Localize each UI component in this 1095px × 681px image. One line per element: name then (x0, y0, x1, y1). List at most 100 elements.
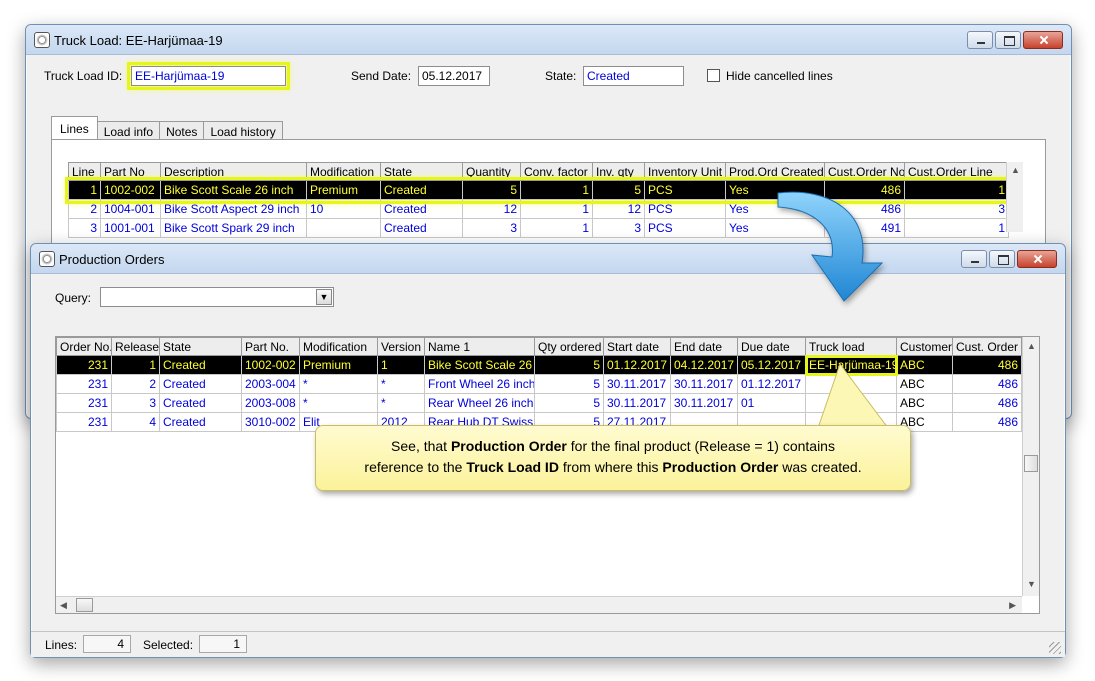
hide-cancelled-checkbox[interactable] (707, 69, 720, 82)
cell: 3 (111, 393, 160, 413)
col-cust-order-line[interactable]: Cust.Order Line (904, 162, 1009, 181)
col-prod-ord-created[interactable]: Prod.Ord Created (725, 162, 825, 181)
scroll-right-icon[interactable]: ▶ (1009, 600, 1016, 611)
cell: 3 (68, 218, 101, 238)
send-date-label: Send Date: (351, 69, 412, 83)
query-dropdown[interactable] (100, 287, 334, 307)
scroll-down-icon[interactable]: ▼ (1027, 579, 1036, 589)
vscroll-thumb[interactable] (1024, 455, 1038, 472)
state-field[interactable]: Created (583, 66, 684, 86)
cell: 3 (462, 218, 521, 238)
cell: * (377, 393, 425, 413)
cell: 5 (592, 180, 645, 200)
col-line[interactable]: Line (68, 162, 101, 181)
cell: 3 (592, 218, 645, 238)
cell: 1 (520, 199, 593, 219)
cell: Bike Scott Spark 29 inch (160, 218, 307, 238)
lines-count-label: Lines: (45, 638, 78, 652)
cell: 1 (377, 355, 425, 375)
cell: Bike Scott Scale 26 inch (160, 180, 307, 200)
cell: 1002-002 (100, 180, 161, 200)
scroll-up-icon[interactable]: ▲ (1027, 341, 1036, 351)
col-conv-factor[interactable]: Conv. factor (520, 162, 593, 181)
col-order-no[interactable]: Order No. (56, 337, 112, 356)
close-button[interactable] (1017, 250, 1057, 268)
status-bar: Lines: 4 Selected: 1 (31, 631, 1065, 657)
curved-arrow-icon (777, 191, 884, 302)
cell: Bike Scott Aspect 29 inch (160, 199, 307, 219)
send-date-field[interactable]: 05.12.2017 (418, 66, 490, 86)
col-end-date[interactable]: End date (670, 337, 738, 356)
maximize-button[interactable] (995, 31, 1021, 49)
cell: Created (380, 218, 463, 238)
cell: 5 (462, 180, 521, 200)
lines-count-value: 4 (83, 635, 131, 653)
maximize-button[interactable] (989, 250, 1015, 268)
cell: Created (380, 180, 463, 200)
cell: 231 (56, 374, 112, 394)
scroll-up-icon[interactable]: ▲ (1011, 165, 1020, 175)
callout-text: from where this (558, 459, 663, 475)
callout-bold: Production Order (450, 438, 567, 454)
cell: 30.11.2017 (670, 393, 738, 413)
col-cust-order-no[interactable]: Cust.Order No (824, 162, 905, 181)
scroll-left-icon[interactable]: ◀ (60, 600, 67, 611)
cell: 12 (592, 199, 645, 219)
col-state[interactable]: State (380, 162, 463, 181)
col-inv-qty[interactable]: Inv. qty (592, 162, 645, 181)
cell: Created (159, 412, 242, 432)
col-release[interactable]: Release (111, 337, 160, 356)
col-start-date[interactable]: Start date (603, 337, 671, 356)
cell: 04.12.2017 (670, 355, 738, 375)
callout-bold: Production Order (662, 459, 779, 475)
col-version[interactable]: Version (377, 337, 425, 356)
col-inventory-unit[interactable]: Inventory Unit (644, 162, 726, 181)
cell: Premium (306, 180, 381, 200)
truck-load-id-field[interactable]: EE-Harjümaa-19 (127, 62, 290, 90)
col-quantity[interactable]: Quantity (462, 162, 521, 181)
truck-lines-vscroll[interactable]: ▲ (1006, 162, 1023, 232)
minimize-button[interactable] (967, 31, 993, 49)
cell: 01 (737, 393, 806, 413)
col-modification[interactable]: Modification (306, 162, 381, 181)
cell: 486 (952, 412, 1022, 432)
cell: 12 (462, 199, 521, 219)
col-cust-order[interactable]: Cust. Order (952, 337, 1022, 356)
col-due-date[interactable]: Due date (737, 337, 806, 356)
chevron-down-icon[interactable]: ▼ (316, 289, 332, 305)
orders-vscroll[interactable]: ▲ ▼ (1022, 337, 1039, 596)
cell (306, 218, 381, 238)
cell: 2 (111, 374, 160, 394)
close-button[interactable] (1023, 31, 1063, 49)
cell: Created (159, 374, 242, 394)
col-state[interactable]: State (159, 337, 242, 356)
cell: 01.12.2017 (737, 374, 806, 394)
col-qty-ordered[interactable]: Qty ordered (534, 337, 604, 356)
cell: 4 (111, 412, 160, 432)
hscroll-thumb[interactable] (76, 598, 93, 612)
col-truck-load[interactable]: Truck load (805, 337, 897, 356)
col-customer[interactable]: Customer (896, 337, 953, 356)
selected-count-label: Selected: (143, 638, 194, 652)
callout-text: was created. (778, 459, 862, 475)
orders-hscroll[interactable]: ◀ ▶ (56, 596, 1022, 613)
cell: 1004-001 (100, 199, 161, 219)
col-modification[interactable]: Modification (299, 337, 378, 356)
cell: 231 (56, 393, 112, 413)
col-part-no[interactable]: Part No (100, 162, 161, 181)
cell: 10 (306, 199, 381, 219)
callout-note: See, that Production Order for the final… (315, 425, 911, 491)
cell: 30.11.2017 (603, 374, 671, 394)
cell: 231 (56, 412, 112, 432)
cell: 1 (520, 218, 593, 238)
cell: Created (159, 355, 242, 375)
cell: 486 (952, 374, 1022, 394)
col-part-no[interactable]: Part No. (241, 337, 300, 356)
resize-grip-icon[interactable] (1049, 642, 1061, 654)
col-name-1[interactable]: Name 1 (424, 337, 535, 356)
truck-load-titlebar[interactable]: Truck Load: EE-Harjümaa-19 (26, 25, 1071, 55)
app-gear-icon (39, 251, 55, 267)
col-description[interactable]: Description (160, 162, 307, 181)
hide-cancelled-label: Hide cancelled lines (726, 69, 833, 83)
minimize-button[interactable] (961, 250, 987, 268)
